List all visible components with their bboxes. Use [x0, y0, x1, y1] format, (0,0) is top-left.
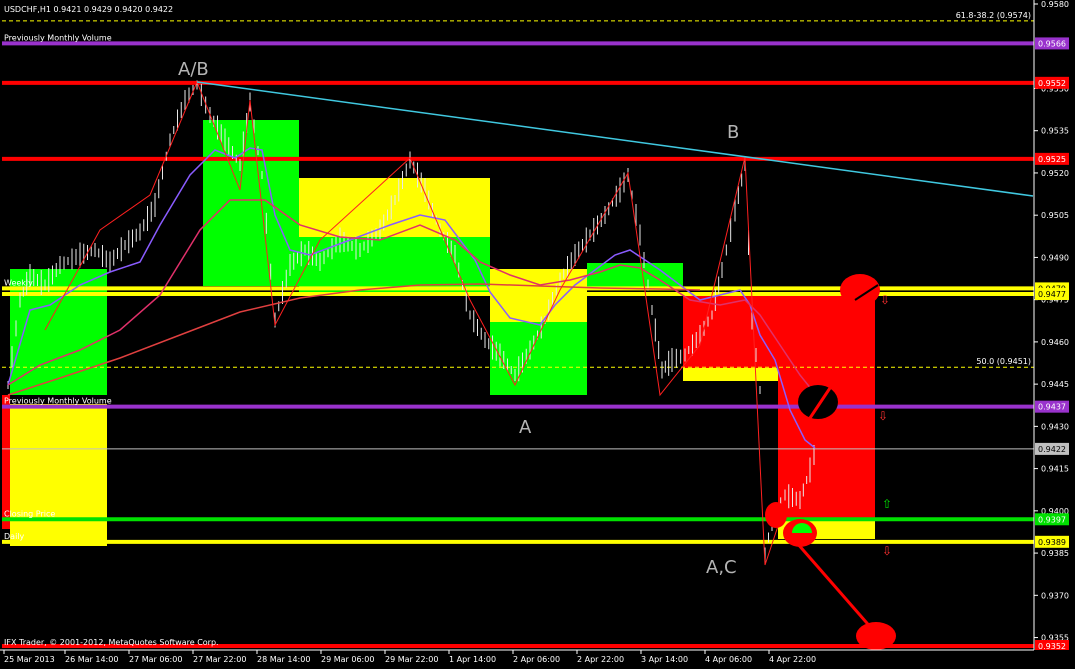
marker-circle-5: [856, 622, 896, 650]
price-tick-label: 0.9535: [1041, 127, 1069, 136]
price-tick-label: 0.9580: [1041, 0, 1069, 9]
zone-10-yellow: [683, 368, 778, 381]
time-tick-label: 27 Mar 22:00: [193, 655, 246, 664]
level-fib-label: 61.8-38.2 (0.9574): [956, 11, 1031, 20]
level-name: Previously Monthly Volume: [4, 33, 112, 42]
price-tick-label: 0.9430: [1041, 422, 1069, 431]
time-tick-label: 27 Mar 06:00: [129, 655, 182, 664]
price-tag-label: 0.9477: [1038, 290, 1066, 299]
time-tick-label: 2 Apr 06:00: [513, 655, 560, 664]
time-tick-label: 29 Mar 06:00: [321, 655, 374, 664]
symbol-title: USDCHF,H1 0.9421 0.9429 0.9420 0.9422: [4, 5, 173, 14]
copyright-text: IFX Trader, © 2001-2012, MetaQuotes Soft…: [4, 638, 219, 647]
time-tick-label: 1 Apr 14:00: [449, 655, 496, 664]
price-tag-label: 0.9437: [1038, 403, 1066, 412]
wave-label-a: A: [519, 417, 532, 438]
price-tag-label: 0.9397: [1038, 515, 1066, 524]
up-arrow-icon: ⇧: [882, 497, 892, 511]
zone-7-green: [490, 322, 587, 395]
marker-circle-2: [798, 385, 838, 419]
marker-circle-1: [840, 274, 880, 306]
price-tick-label: 0.9460: [1041, 338, 1069, 347]
zone-3-green: [203, 120, 299, 286]
time-tick-label: 3 Apr 14:00: [641, 655, 688, 664]
down-arrow-icon: ⇩: [882, 544, 892, 558]
level-name: Weekly: [4, 278, 33, 287]
price-tick-label: 0.9385: [1041, 549, 1069, 558]
time-tick-label: 4 Apr 22:00: [769, 655, 816, 664]
level-name: Previously Monthly Volume: [4, 397, 112, 406]
level-name: Closing Price: [4, 509, 55, 518]
time-tick-label: 29 Mar 22:00: [385, 655, 438, 664]
level-name: Daily: [4, 532, 25, 541]
price-tick-label: 0.9505: [1041, 211, 1069, 220]
price-tick-label: 0.9415: [1041, 465, 1069, 474]
price-tag-label: 0.9352: [1038, 642, 1066, 651]
down-arrow-icon: ⇩: [878, 409, 888, 423]
level-fib-label: 50.0 (0.9451): [976, 357, 1031, 366]
wave-label-b: B: [727, 122, 739, 143]
price-tag-label: 0.9552: [1038, 79, 1066, 88]
price-chart[interactable]: ⇩ ⇩ ⇧ ⇩ A/B B A A,C 61.8-38.2 (0.9574) Pr…: [0, 0, 1075, 669]
price-tick-label: 0.9370: [1041, 591, 1069, 600]
zone-9-red: [683, 295, 778, 368]
time-tick-label: 26 Mar 14:00: [65, 655, 118, 664]
zone-2-yellow: [10, 404, 107, 546]
price-tick-label: 0.9445: [1041, 380, 1069, 389]
price-tag-label: 0.9525: [1038, 155, 1066, 164]
down-arrow-icon: ⇩: [880, 293, 890, 307]
time-tick-label: 2 Apr 22:00: [577, 655, 624, 664]
marker-circle-3: [765, 502, 787, 528]
price-tag-label: 0.9389: [1038, 538, 1066, 547]
price-tick-label: 0.9520: [1041, 169, 1069, 178]
wave-label-ac: A,C: [706, 557, 737, 578]
time-tick-label: 25 Mar 2013: [4, 655, 55, 664]
price-tick-label: 0.9490: [1041, 253, 1069, 262]
zone-4-yellow: [299, 178, 490, 237]
time-tick-label: 4 Apr 06:00: [705, 655, 752, 664]
price-tag-label: 0.9566: [1038, 39, 1066, 48]
price-tag-label: 0.9422: [1038, 445, 1066, 454]
wave-label-ab: A/B: [178, 59, 209, 80]
time-tick-label: 28 Mar 14:00: [257, 655, 310, 664]
